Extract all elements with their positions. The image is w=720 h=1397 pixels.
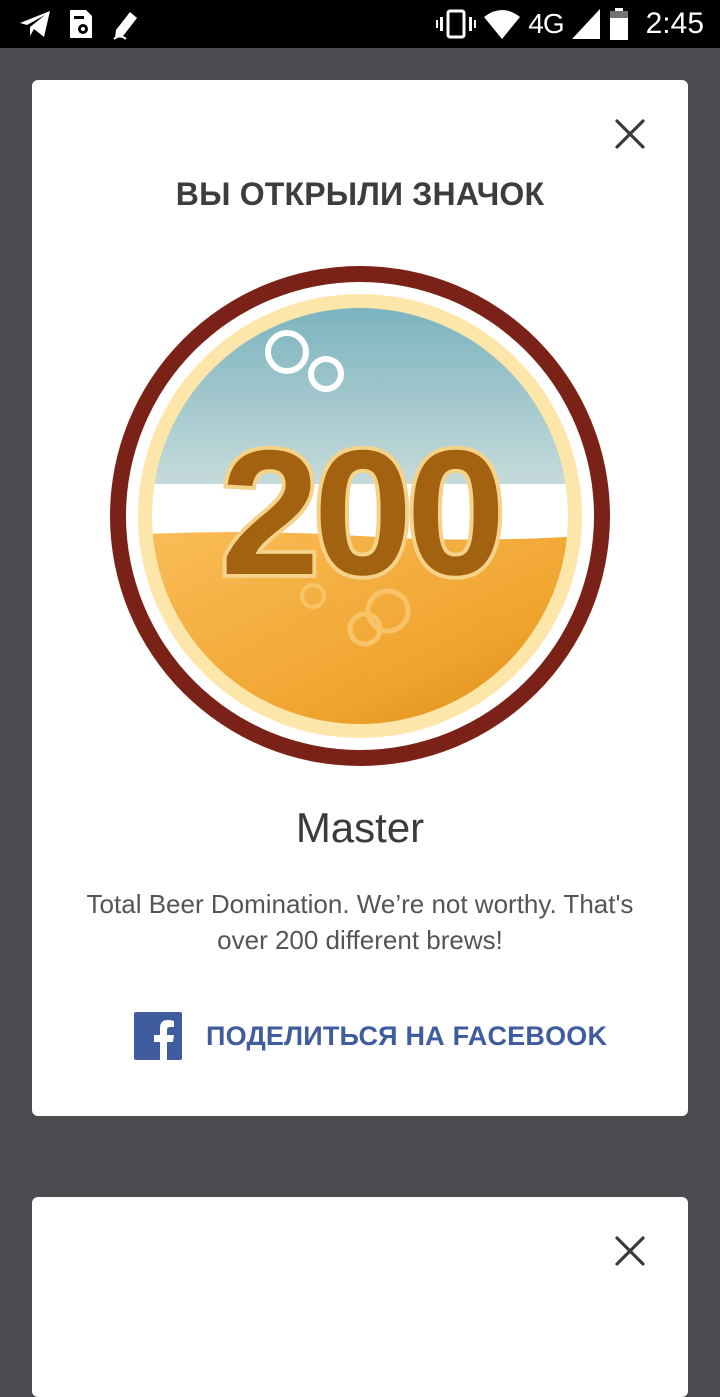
- close-icon: [615, 119, 645, 149]
- clock: 2:45: [645, 7, 704, 40]
- status-bar: 4G 2:45: [0, 0, 720, 48]
- badge-unlocked-dialog: ВЫ ОТКРЫЛИ ЗНАЧОК 200 Master Total Beer …: [32, 80, 688, 1116]
- close-icon: [615, 1236, 645, 1266]
- pencil-icon: [110, 8, 140, 40]
- share-facebook-label: ПОДЕЛИТЬСЯ НА FACEBOOK: [206, 1020, 608, 1051]
- sim-settings-icon: [68, 8, 94, 40]
- battery-icon: [608, 8, 630, 40]
- badge-description: Total Beer Domination. We’re not worthy.…: [86, 889, 634, 955]
- status-bar-system: 4G 2:45: [436, 7, 704, 41]
- next-dialog-card: [32, 1197, 688, 1397]
- facebook-icon: [134, 1012, 182, 1060]
- wifi-icon: [484, 9, 521, 39]
- badge-name: Master: [295, 804, 425, 851]
- badge-image: 200: [110, 266, 610, 766]
- status-bar-notifications: [18, 8, 140, 40]
- signal-icon: [571, 9, 600, 39]
- close-button-secondary[interactable]: [612, 1233, 648, 1269]
- dialog-title: ВЫ ОТКРЫЛИ ЗНАЧОК: [175, 176, 545, 212]
- badge-number: 200: [221, 413, 500, 612]
- telegram-icon: [18, 9, 52, 39]
- network-type: 4G: [528, 8, 564, 39]
- close-button[interactable]: [612, 116, 648, 152]
- share-facebook-button[interactable]: ПОДЕЛИТЬСЯ НА FACEBOOK: [134, 1012, 607, 1060]
- vibrate-icon: [436, 9, 477, 39]
